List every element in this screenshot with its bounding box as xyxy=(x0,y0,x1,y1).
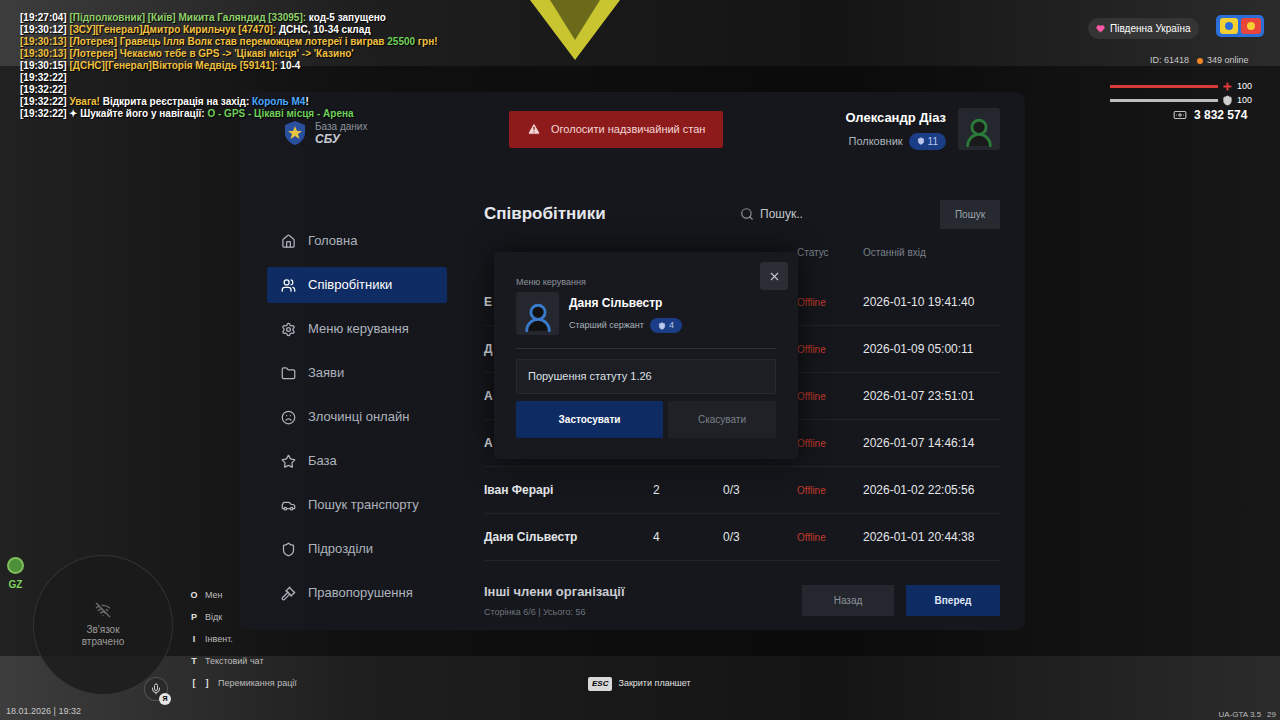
zone-indicator: GZ xyxy=(7,557,24,592)
chat-line: [19:27:04] [Підполковник] [Київ] Микита … xyxy=(20,12,440,24)
minimap: Зв'язок втрачено xyxy=(33,555,173,695)
health-icon xyxy=(1222,81,1233,92)
manage-modal: Меню керування Даня СільвестрСтарший серж… xyxy=(494,252,798,459)
menu-icon xyxy=(281,278,296,293)
microphone-icon xyxy=(150,683,162,695)
sbu-emblem-icon xyxy=(283,120,307,146)
menu-icon xyxy=(281,454,296,469)
sidebar-menu: Головна Співробітники Меню керування Заяви З… xyxy=(267,223,447,611)
search-button[interactable]: Пошук xyxy=(940,200,1000,229)
page-title: Співробітники xyxy=(484,201,606,227)
member-info: Даня СільвестрСтарший сержант4 xyxy=(516,292,776,349)
chat-line: [19:30:13] [Лотерея] Чекаємо тебе в GPS … xyxy=(20,48,440,60)
modal-title: Меню керування xyxy=(516,276,586,290)
close-button[interactable] xyxy=(760,262,788,290)
level-badge: 11 xyxy=(909,133,946,150)
chat-line: [19:32:22] ✦ Шукайте його у навігації: О… xyxy=(20,108,440,120)
chat-line: [19:30:12] [ЗСУ][Генерал]Дмитро Кирильчу… xyxy=(20,24,440,36)
key-hints: OМен PВідк IІнвент. TТекстовий чат []Перемик… xyxy=(189,588,297,690)
level-badge: 4 xyxy=(650,318,682,334)
chat-line: [19:30:13] [Лотерея] Гравець Ілля Волк с… xyxy=(20,36,440,48)
menu-icon xyxy=(281,586,296,601)
close-tablet-hint: ESCЗакрити планшет xyxy=(588,677,691,691)
region-badge: Південна Україна xyxy=(1088,18,1199,39)
badge-icon xyxy=(917,137,925,145)
menu-icon xyxy=(281,234,296,249)
key-hint: TТекстовий чат xyxy=(189,654,297,668)
sidebar-item[interactable]: Співробітники xyxy=(267,267,447,303)
member-avatar xyxy=(516,292,559,335)
version-label: UA-GTA 3.529 xyxy=(1219,709,1276,720)
sidebar-item[interactable]: Правопорушення xyxy=(267,575,447,611)
menu-icon xyxy=(281,542,296,557)
chat-log: [19:27:04] [Підполковник] [Київ] Микита … xyxy=(20,12,440,120)
armor-icon xyxy=(1222,95,1233,106)
badge-icon xyxy=(658,322,666,330)
reason-input[interactable] xyxy=(516,359,776,394)
key-hint: PВідк xyxy=(189,610,297,624)
server-logo-icon xyxy=(1214,12,1266,40)
chat-line: [19:32:22] xyxy=(20,84,440,96)
header: Оголосити надзвичайний стан Олександр Діа… xyxy=(484,108,1000,150)
money-icon xyxy=(1172,108,1188,122)
sidebar: База данихСБУ Головна Співробітники Меню ке… xyxy=(240,92,484,630)
heart-icon xyxy=(1096,24,1105,33)
scene-detail-icon xyxy=(530,0,620,62)
menu-icon xyxy=(281,366,296,381)
menu-icon xyxy=(281,498,296,513)
player-info: ID: 61418349 online xyxy=(1150,54,1249,68)
person-icon xyxy=(962,116,996,150)
menu-icon xyxy=(281,322,296,337)
cancel-button[interactable]: Скасувати xyxy=(668,401,776,438)
key-hint: OМен xyxy=(189,588,297,602)
sidebar-item[interactable]: Заяви xyxy=(267,355,447,391)
datetime: 18.01.2026 | 19:32 xyxy=(6,705,81,719)
user-avatar xyxy=(958,108,1000,150)
sidebar-item[interactable]: Головна xyxy=(267,223,447,259)
voice-indicator: Я xyxy=(144,677,168,701)
chat-line: [19:32:22] Увага! Відкрита реєстрація на… xyxy=(20,96,440,108)
chat-line: [19:32:22] xyxy=(20,72,440,84)
search-field[interactable]: Пошук.. xyxy=(740,205,930,223)
game-screen: База данихСБУ Головна Співробітники Меню ке… xyxy=(0,0,1280,720)
warning-icon xyxy=(527,122,541,136)
health-bar: 100 xyxy=(1110,80,1252,94)
money: 3 832 574 xyxy=(1172,106,1247,124)
sidebar-item[interactable]: Підрозділи xyxy=(267,531,447,567)
menu-icon xyxy=(281,410,296,425)
table-footer: Інші члени організаціїСторінка 6/6 | Усь… xyxy=(484,582,1000,619)
wifi-off-icon xyxy=(95,602,111,618)
tablet: База данихСБУ Головна Співробітники Меню ке… xyxy=(240,92,1025,630)
emergency-button[interactable]: Оголосити надзвичайний стан xyxy=(509,111,723,148)
key-hint: []Перемикання рації xyxy=(189,676,297,690)
apply-button[interactable]: Застосувати xyxy=(516,401,663,438)
person-icon xyxy=(521,301,555,335)
table-row[interactable]: Даня Сільвестр40/3Offline2026-01-01 20:4… xyxy=(484,514,1000,561)
table-row[interactable]: Іван Ферарі20/3Offline2026-01-02 22:05:5… xyxy=(484,467,1000,514)
chat-line: [19:30:15] [ДСНС][Генерал]Вікторія Медві… xyxy=(20,60,440,72)
user-profile: Олександр ДіазПолковник11 xyxy=(845,108,1000,150)
close-icon xyxy=(768,270,781,283)
sidebar-item[interactable]: Пошук транспорту xyxy=(267,487,447,523)
search-icon xyxy=(740,207,754,221)
sidebar-item[interactable]: Меню керування xyxy=(267,311,447,347)
title-row: Співробітники Пошук.. Пошук xyxy=(484,199,1000,229)
logo: База данихСБУ xyxy=(267,118,447,148)
next-button[interactable]: Вперед xyxy=(906,585,1000,616)
sidebar-item[interactable]: База xyxy=(267,443,447,479)
armor-bar: 100 xyxy=(1110,94,1252,108)
key-hint: IІнвент. xyxy=(189,632,297,646)
sidebar-item[interactable]: Злочинці онлайн xyxy=(267,399,447,435)
prev-button[interactable]: Назад xyxy=(802,585,894,616)
